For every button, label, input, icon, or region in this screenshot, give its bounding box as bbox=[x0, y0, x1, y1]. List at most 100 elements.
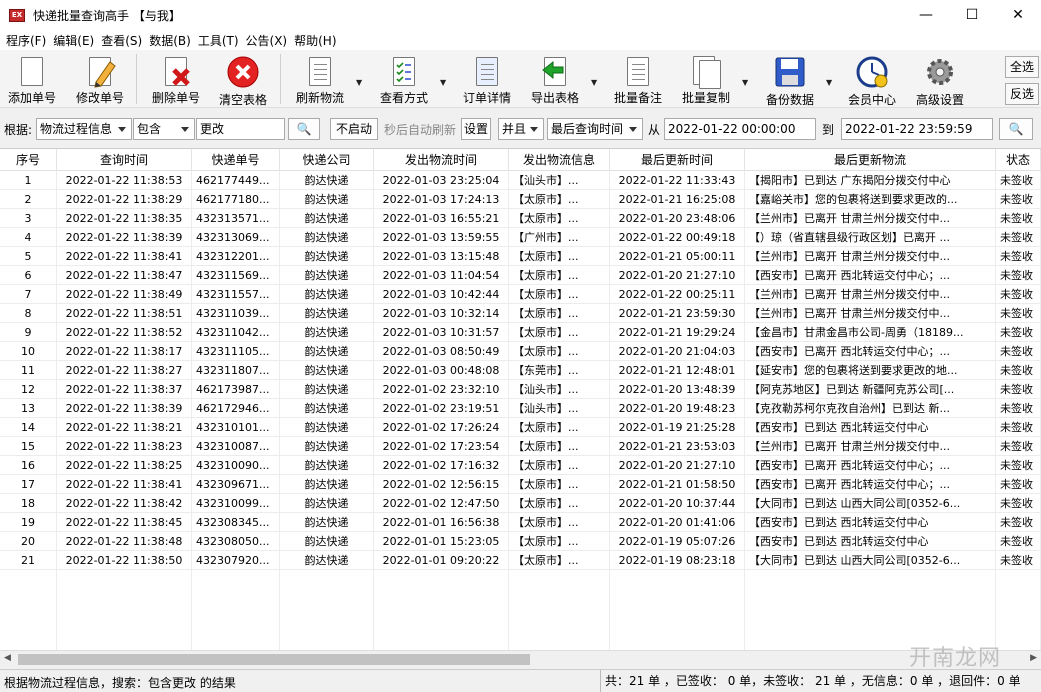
order-detail-button[interactable]: 订单详情 bbox=[458, 52, 516, 106]
col-courier-cell: 韵达快递 bbox=[280, 304, 374, 323]
table-row[interactable]: 3 2022-01-22 11:38:35 432313571... 韵达快递 2022… bbox=[0, 209, 1041, 228]
refresh-dropdown-arrow-icon[interactable]: ▼ bbox=[356, 78, 362, 87]
logic-select[interactable]: 并且 bbox=[498, 118, 544, 140]
close-button[interactable]: ✕ bbox=[995, 0, 1041, 30]
col-tracking-number-cell: 432307920... bbox=[192, 551, 280, 570]
refresh-logistics-button[interactable]: 刷新物流 bbox=[290, 52, 350, 106]
col-tracking-number-cell: 462177449... bbox=[192, 171, 280, 190]
col-index-cell: 1 bbox=[0, 171, 57, 190]
table-row[interactable]: 14 2022-01-22 11:38:21 432310101... 韵达快递 202… bbox=[0, 418, 1041, 437]
export-dropdown-arrow-icon[interactable]: ▼ bbox=[591, 78, 597, 87]
save-disk-icon bbox=[774, 56, 806, 88]
col-tracking-number-cell: 432311557... bbox=[192, 285, 280, 304]
add-number-button[interactable]: 添加单号 bbox=[4, 52, 60, 106]
edit-number-button[interactable]: 修改单号 bbox=[72, 52, 128, 106]
menu-edit[interactable]: 编辑(E) bbox=[51, 32, 99, 49]
header-col-last-update-info[interactable]: 最后更新物流 bbox=[745, 149, 996, 171]
table-row[interactable]: 13 2022-01-22 11:38:39 462172946... 韵达快递 202… bbox=[0, 399, 1041, 418]
query-button[interactable]: 🔍 bbox=[999, 118, 1033, 140]
table-row[interactable]: 1 2022-01-22 11:38:53 462177449... 韵达快递 2022… bbox=[0, 171, 1041, 190]
to-datetime-value: 2022-01-22 23:59:59 bbox=[845, 122, 973, 136]
menu-notice[interactable]: 公告(X) bbox=[244, 32, 293, 49]
batch-copy-button[interactable]: 批量复制 bbox=[676, 52, 736, 106]
col-index-cell: 18 bbox=[0, 494, 57, 513]
table-row[interactable]: 9 2022-01-22 11:38:52 432311042... 韵达快递 2022… bbox=[0, 323, 1041, 342]
batch-note-button[interactable]: 批量备注 bbox=[608, 52, 668, 106]
col-last-update-info-cell: 【兰州市】已离开 甘肃兰州分拨交付中... bbox=[745, 285, 996, 304]
col-index-cell: 16 bbox=[0, 456, 57, 475]
backup-data-button[interactable]: 备份数据 bbox=[760, 52, 820, 107]
settings-button[interactable]: 设置 bbox=[461, 118, 491, 140]
col-query-time-cell: 2022-01-22 11:38:39 bbox=[57, 228, 192, 247]
view-dropdown-arrow-icon[interactable]: ▼ bbox=[440, 78, 446, 87]
advanced-settings-button[interactable]: 高级设置 bbox=[910, 52, 970, 107]
table-row[interactable]: 4 2022-01-22 11:38:39 432313069... 韵达快递 2022… bbox=[0, 228, 1041, 247]
col-index-cell: 3 bbox=[0, 209, 57, 228]
table-row[interactable]: 8 2022-01-22 11:38:51 432311039... 韵达快递 2022… bbox=[0, 304, 1041, 323]
menu-tools[interactable]: 工具(T) bbox=[196, 32, 244, 49]
horizontal-scrollbar[interactable]: ◀ ▶ bbox=[0, 650, 1041, 667]
edit-number-label: 修改单号 bbox=[75, 91, 124, 105]
maximize-button[interactable]: ☐ bbox=[949, 0, 995, 30]
search-button[interactable]: 🔍 bbox=[288, 118, 320, 140]
menu-view[interactable]: 查看(S) bbox=[99, 32, 147, 49]
view-mode-button[interactable]: 查看方式 bbox=[374, 52, 434, 106]
table-row[interactable]: 17 2022-01-22 11:38:41 432309671... 韵达快递 202… bbox=[0, 475, 1041, 494]
col-send-time-cell: 2022-01-03 13:59:55 bbox=[374, 228, 509, 247]
col-send-time-cell: 2022-01-02 17:23:54 bbox=[374, 437, 509, 456]
header-col-last-update-time[interactable]: 最后更新时间 bbox=[610, 149, 745, 171]
scroll-thumb[interactable] bbox=[18, 654, 530, 665]
col-send-time-cell: 2022-01-01 15:23:05 bbox=[374, 532, 509, 551]
col-status-cell: 未签收 bbox=[996, 513, 1041, 532]
table-row[interactable]: 6 2022-01-22 11:38:47 432311569... 韵达快递 2022… bbox=[0, 266, 1041, 285]
delete-number-button[interactable]: 删除单号 bbox=[146, 52, 206, 106]
member-center-button[interactable]: 会员中心 bbox=[842, 52, 902, 107]
table-row[interactable]: 10 2022-01-22 11:38:17 432311105... 韵达快递 202… bbox=[0, 342, 1041, 361]
filter-field-select[interactable]: 物流过程信息 bbox=[36, 118, 132, 140]
col-index-cell: 4 bbox=[0, 228, 57, 247]
table-row[interactable]: 5 2022-01-22 11:38:41 432312201... 韵达快递 2022… bbox=[0, 247, 1041, 266]
select-all-button[interactable]: 全选 bbox=[1005, 56, 1039, 78]
invert-selection-button[interactable]: 反选 bbox=[1005, 83, 1039, 105]
copy-dropdown-arrow-icon[interactable]: ▼ bbox=[742, 78, 748, 87]
header-col-query-time[interactable]: 查询时间 bbox=[57, 149, 192, 171]
col-status-cell: 未签收 bbox=[996, 494, 1041, 513]
header-col-index[interactable]: 序号 bbox=[0, 149, 57, 171]
table-row[interactable]: 19 2022-01-22 11:38:45 432308345... 韵达快递 202… bbox=[0, 513, 1041, 532]
table-row[interactable]: 7 2022-01-22 11:38:49 432311557... 韵达快递 2022… bbox=[0, 285, 1041, 304]
table-row[interactable]: 11 2022-01-22 11:38:27 432311807... 韵达快递 202… bbox=[0, 361, 1041, 380]
scroll-right-arrow-icon[interactable]: ▶ bbox=[1030, 653, 1037, 663]
menu-help[interactable]: 帮助(H) bbox=[292, 32, 341, 49]
header-col-tracking-number[interactable]: 快递单号 bbox=[192, 149, 280, 171]
scroll-left-arrow-icon[interactable]: ◀ bbox=[4, 653, 11, 663]
export-table-button[interactable]: 导出表格 bbox=[526, 52, 584, 106]
table-row[interactable]: 20 2022-01-22 11:38:48 432308050... 韵达快递 202… bbox=[0, 532, 1041, 551]
time-field-select[interactable]: 最后查询时间 bbox=[547, 118, 643, 140]
table-row[interactable]: 2 2022-01-22 11:38:29 462177180... 韵达快递 2022… bbox=[0, 190, 1041, 209]
header-col-send-time[interactable]: 发出物流时间 bbox=[374, 149, 509, 171]
keyword-input[interactable]: 更改 bbox=[196, 118, 285, 140]
table-row[interactable]: 12 2022-01-22 11:38:37 462173987... 韵达快递 202… bbox=[0, 380, 1041, 399]
clear-table-button[interactable]: 清空表格 bbox=[214, 52, 272, 107]
from-datetime-picker[interactable]: 2022-01-22 00:00:00 bbox=[664, 118, 816, 140]
to-datetime-picker[interactable]: 2022-01-22 23:59:59 bbox=[841, 118, 993, 140]
header-col-send-info[interactable]: 发出物流信息 bbox=[509, 149, 610, 171]
backup-dropdown-arrow-icon[interactable]: ▼ bbox=[826, 78, 832, 87]
filter-operator-select[interactable]: 包含 bbox=[133, 118, 195, 140]
col-status-cell: 未签收 bbox=[996, 266, 1041, 285]
filter-by-label: 根据: bbox=[4, 123, 33, 137]
table-row[interactable]: 18 2022-01-22 11:38:42 432310099... 韵达快递 202… bbox=[0, 494, 1041, 513]
minimize-button[interactable]: — bbox=[903, 0, 949, 30]
col-courier-cell: 韵达快递 bbox=[280, 532, 374, 551]
col-index-cell: 13 bbox=[0, 399, 57, 418]
header-col-status[interactable]: 状态 bbox=[996, 149, 1041, 171]
col-last-update-info-cell: 【兰州市】已离开 甘肃兰州分拨交付中... bbox=[745, 304, 996, 323]
menu-program[interactable]: 程序(F) bbox=[4, 32, 51, 49]
table-row[interactable]: 21 2022-01-22 11:38:50 432307920... 韵达快递 202… bbox=[0, 551, 1041, 570]
table-row[interactable]: 15 2022-01-22 11:38:23 432310087... 韵达快递 202… bbox=[0, 437, 1041, 456]
col-tracking-number-cell: 432311042... bbox=[192, 323, 280, 342]
auto-refresh-toggle[interactable]: 不启动 bbox=[330, 118, 378, 140]
table-row[interactable]: 16 2022-01-22 11:38:25 432310090... 韵达快递 202… bbox=[0, 456, 1041, 475]
menu-data[interactable]: 数据(B) bbox=[147, 32, 196, 49]
header-col-courier[interactable]: 快递公司 bbox=[280, 149, 374, 171]
